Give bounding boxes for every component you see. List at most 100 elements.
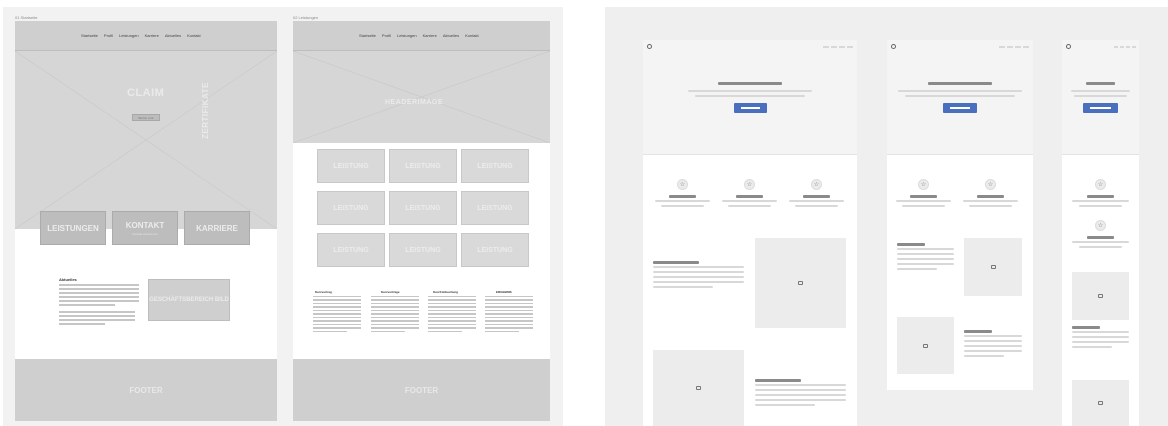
leistung-tile[interactable]: LEISTUNG bbox=[317, 149, 385, 183]
feature-text-placeholder bbox=[655, 200, 710, 202]
section-text-placeholder bbox=[1072, 336, 1129, 338]
feature-title-placeholder bbox=[1087, 195, 1114, 198]
wireframe-leistungen[interactable]: Startseite Profil Leistungen Karriere Ak… bbox=[293, 21, 550, 421]
section-text-placeholder bbox=[964, 355, 1004, 357]
star-icon: ☆ bbox=[744, 179, 755, 190]
nav-item-kontakt[interactable]: Kontakt bbox=[465, 33, 479, 38]
feature-text-placeholder bbox=[789, 200, 844, 202]
nav-placeholder bbox=[999, 46, 1029, 48]
hero-placeholder bbox=[293, 51, 550, 143]
image-placeholder bbox=[1072, 272, 1129, 320]
leistung-tile[interactable]: LEISTUNG bbox=[389, 233, 457, 267]
nav-placeholder bbox=[823, 46, 853, 48]
section-text-placeholder bbox=[653, 271, 744, 273]
image-icon bbox=[1098, 294, 1103, 298]
column-text-placeholder bbox=[485, 296, 533, 334]
nav-item-startseite[interactable]: Startseite bbox=[359, 33, 376, 38]
section-text-placeholder bbox=[897, 248, 954, 250]
claim-text: CLAIM bbox=[127, 87, 165, 99]
nav-item-aktuelles[interactable]: Aktuelles bbox=[165, 33, 181, 38]
section-text-placeholder bbox=[755, 394, 846, 396]
star-icon: ☆ bbox=[985, 179, 996, 190]
leistung-tile[interactable]: LEISTUNG bbox=[317, 191, 385, 225]
claim-button[interactable]: Button Link bbox=[132, 114, 160, 121]
nav-item-karriere[interactable]: Karriere bbox=[423, 33, 437, 38]
cta-button[interactable] bbox=[943, 103, 977, 113]
hero-section bbox=[887, 40, 1033, 155]
section-text-placeholder bbox=[964, 345, 1022, 347]
tile-kontakt[interactable]: KONTAKT Kontakt aufnehmen bbox=[112, 211, 178, 245]
cta-button[interactable] bbox=[734, 103, 767, 113]
mockup-desktop[interactable]: ☆ ☆ ☆ bbox=[643, 40, 857, 426]
leistung-tile[interactable]: LEISTUNG bbox=[461, 233, 529, 267]
nav-item-leistungen[interactable]: Leistungen bbox=[119, 33, 139, 38]
star-icon: ☆ bbox=[918, 179, 929, 190]
feature-text-placeholder bbox=[1072, 200, 1129, 202]
section-text-placeholder bbox=[1072, 341, 1129, 343]
wireframe-startseite[interactable]: Startseite Profil Leistungen Karriere Ak… bbox=[15, 21, 277, 421]
nav-item-karriere[interactable]: Karriere bbox=[145, 33, 159, 38]
subline-placeholder bbox=[688, 90, 812, 92]
star-icon: ☆ bbox=[811, 179, 822, 190]
image-icon bbox=[798, 281, 803, 285]
section-text-placeholder bbox=[964, 335, 1022, 337]
cta-button[interactable] bbox=[1083, 103, 1118, 113]
main-nav: Startseite Profil Leistungen Karriere Ak… bbox=[15, 21, 277, 51]
section-text-placeholder bbox=[964, 340, 1022, 342]
section-text-placeholder bbox=[897, 268, 937, 270]
subline-placeholder bbox=[695, 95, 805, 97]
footer-label: FOOTER bbox=[129, 385, 163, 395]
feature-title-placeholder bbox=[736, 195, 763, 198]
leistung-tile[interactable]: LEISTUNG bbox=[317, 233, 385, 267]
image-icon bbox=[990, 265, 996, 269]
tile-leistungen[interactable]: LEISTUNGEN bbox=[40, 211, 106, 245]
nav-item-startseite[interactable]: Startseite bbox=[81, 33, 98, 38]
feature-text-placeholder bbox=[1079, 205, 1122, 207]
nav-placeholder bbox=[1114, 46, 1136, 48]
column-text-placeholder bbox=[313, 296, 361, 334]
column-text-placeholder bbox=[428, 296, 476, 334]
footer: FOOTER bbox=[15, 359, 277, 421]
section-title-placeholder bbox=[653, 261, 699, 264]
section-text-placeholder bbox=[964, 350, 1022, 352]
star-icon: ☆ bbox=[1095, 179, 1106, 190]
leistung-tile[interactable]: LEISTUNG bbox=[461, 191, 529, 225]
section-text-placeholder bbox=[653, 281, 744, 283]
section-text-placeholder bbox=[1072, 346, 1112, 348]
feature-title-placeholder bbox=[1087, 236, 1114, 239]
leistung-tile[interactable]: LEISTUNG bbox=[389, 149, 457, 183]
section-title-placeholder bbox=[897, 243, 925, 246]
nav-item-aktuelles[interactable]: Aktuelles bbox=[443, 33, 459, 38]
tile-karriere[interactable]: KARRIERE bbox=[184, 211, 250, 245]
section-title-placeholder bbox=[1072, 326, 1100, 329]
hero-placeholder bbox=[15, 51, 277, 229]
nav-item-leistungen[interactable]: Leistungen bbox=[397, 33, 417, 38]
image-placeholder bbox=[897, 317, 954, 374]
placeholder-cross-icon bbox=[15, 51, 277, 229]
footer-placeholder bbox=[887, 390, 1033, 426]
frame-label-startseite: 01 Startseite bbox=[15, 15, 38, 20]
nav-item-kontakt[interactable]: Kontakt bbox=[187, 33, 201, 38]
leistung-tile[interactable]: LEISTUNG bbox=[461, 149, 529, 183]
leistung-tile[interactable]: LEISTUNG bbox=[389, 191, 457, 225]
star-icon: ☆ bbox=[677, 179, 688, 190]
image-icon bbox=[1098, 401, 1103, 405]
section-text-placeholder bbox=[653, 286, 713, 288]
image-placeholder bbox=[653, 350, 744, 426]
nav-item-profil[interactable]: Profil bbox=[382, 33, 391, 38]
logo-icon bbox=[647, 44, 652, 49]
subline-placeholder bbox=[898, 90, 1022, 92]
column-heading: Kurzverträge bbox=[381, 290, 400, 294]
mockup-mobile[interactable]: ☆ ☆ bbox=[1062, 40, 1139, 426]
placeholder-cross-icon bbox=[293, 51, 550, 143]
image-placeholder bbox=[964, 238, 1022, 296]
nav-item-profil[interactable]: Profil bbox=[104, 33, 113, 38]
subline-placeholder bbox=[1071, 90, 1130, 92]
feature-title-placeholder bbox=[669, 195, 696, 198]
hero-section bbox=[1062, 40, 1139, 155]
feature-title-placeholder bbox=[803, 195, 830, 198]
feature-text-placeholder bbox=[661, 205, 704, 207]
column-heading: Kurzfristbuchung bbox=[433, 290, 458, 294]
mockup-tablet[interactable]: ☆ ☆ bbox=[887, 40, 1033, 426]
tile-label: KONTAKT bbox=[125, 220, 165, 230]
